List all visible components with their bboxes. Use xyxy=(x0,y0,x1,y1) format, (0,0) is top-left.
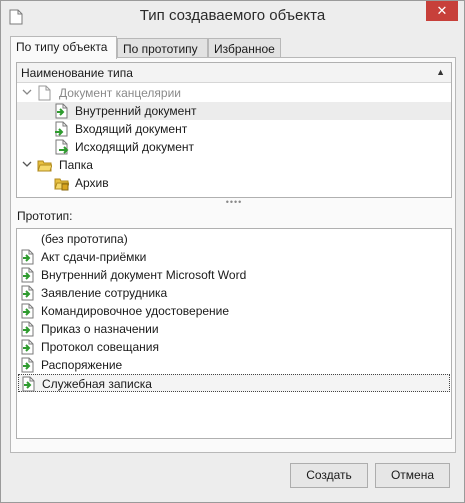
document-arrow-icon xyxy=(21,339,34,355)
document-arrow-icon xyxy=(21,357,34,373)
document-arrow-icon xyxy=(22,376,35,392)
prototype-item-label: Заявление сотрудника xyxy=(41,286,168,300)
sort-ascending-icon: ▲ xyxy=(436,67,445,77)
list-item[interactable]: Приказ о назначении xyxy=(18,320,450,338)
tab-panel: Наименование типа ▲ Документ канцелярии xyxy=(10,57,456,453)
prototype-item-label: Распоряжение xyxy=(41,358,123,372)
prototype-item-label: Командировочное удостоверение xyxy=(41,304,230,318)
document-arrow-icon xyxy=(21,303,34,319)
tree-item-label: Внутренний документ xyxy=(75,104,197,118)
prototype-item-label: (без прототипа) xyxy=(41,232,128,246)
cancel-button[interactable]: Отмена xyxy=(375,463,450,488)
tree-row-internal-document[interactable]: Внутренний документ xyxy=(17,102,451,120)
list-item-selected[interactable]: Служебная записка xyxy=(18,374,450,392)
create-button[interactable]: Создать xyxy=(290,463,368,488)
close-icon: ✕ xyxy=(436,3,448,18)
prototype-item-label: Внутренний документ Microsoft Word xyxy=(41,268,247,282)
tree-item-label: Архив xyxy=(75,176,109,190)
document-arrow-icon xyxy=(21,267,34,283)
outgoing-document-icon xyxy=(55,139,69,155)
list-item[interactable]: Протокол совещания xyxy=(18,338,450,356)
tab-favorites[interactable]: Избранное xyxy=(208,38,281,58)
type-tree[interactable]: Наименование типа ▲ Документ канцелярии xyxy=(16,62,452,198)
prototype-item-label: Служебная записка xyxy=(42,377,152,391)
close-button[interactable]: ✕ xyxy=(426,1,458,21)
column-header-label: Наименование типа xyxy=(21,66,133,80)
tree-row-outgoing-document[interactable]: Исходящий документ xyxy=(17,138,451,156)
tree-item-label: Входящий документ xyxy=(75,122,188,136)
tree-row-incoming-document[interactable]: Входящий документ xyxy=(17,120,451,138)
prototype-item-label: Приказ о назначении xyxy=(41,322,159,336)
internal-document-icon xyxy=(55,103,68,119)
list-item[interactable]: Акт сдачи-приёмки xyxy=(18,248,450,266)
incoming-document-icon xyxy=(55,121,68,137)
list-item[interactable]: Внутренний документ Microsoft Word xyxy=(18,266,450,284)
list-item[interactable]: Распоряжение xyxy=(18,356,450,374)
tree-row-folder[interactable]: Папка xyxy=(17,156,451,174)
document-arrow-icon xyxy=(21,321,34,337)
list-item[interactable]: Заявление сотрудника xyxy=(18,284,450,302)
column-header[interactable]: Наименование типа ▲ xyxy=(17,63,451,83)
prototype-item-label: Акт сдачи-приёмки xyxy=(41,250,147,264)
document-arrow-icon xyxy=(21,249,34,265)
tab-by-prototype[interactable]: По прототипу xyxy=(117,38,208,58)
window-title: Тип создаваемого объекта xyxy=(139,7,326,24)
title-bar: Тип создаваемого объекта ✕ xyxy=(1,1,464,32)
prototype-item-none[interactable]: (без прототипа) xyxy=(18,230,450,248)
document-icon xyxy=(38,85,51,101)
tree-item-label: Исходящий документ xyxy=(75,140,194,154)
tree-item-label: Документ канцелярии xyxy=(59,86,181,100)
chevron-down-icon[interactable] xyxy=(22,87,32,97)
tree-row-office-document[interactable]: Документ канцелярии xyxy=(17,84,451,102)
splitter-handle[interactable]: •••• xyxy=(11,198,457,207)
list-item[interactable]: Командировочное удостоверение xyxy=(18,302,450,320)
tab-by-type[interactable]: По типу объекта xyxy=(10,36,117,59)
prototype-label: Прототип: xyxy=(17,209,73,223)
dialog-window: Тип создаваемого объекта ✕ По типу объек… xyxy=(0,0,465,503)
chevron-down-icon[interactable] xyxy=(22,159,32,169)
tree-item-label: Папка xyxy=(59,158,93,172)
tree-row-archive[interactable]: Архив xyxy=(17,174,451,192)
folder-icon xyxy=(37,160,52,172)
archive-folder-icon xyxy=(54,178,69,191)
prototype-list[interactable]: (без прототипа) Акт сдачи-приёмки Внутре… xyxy=(16,228,452,439)
prototype-item-label: Протокол совещания xyxy=(41,340,159,354)
document-arrow-icon xyxy=(21,285,34,301)
